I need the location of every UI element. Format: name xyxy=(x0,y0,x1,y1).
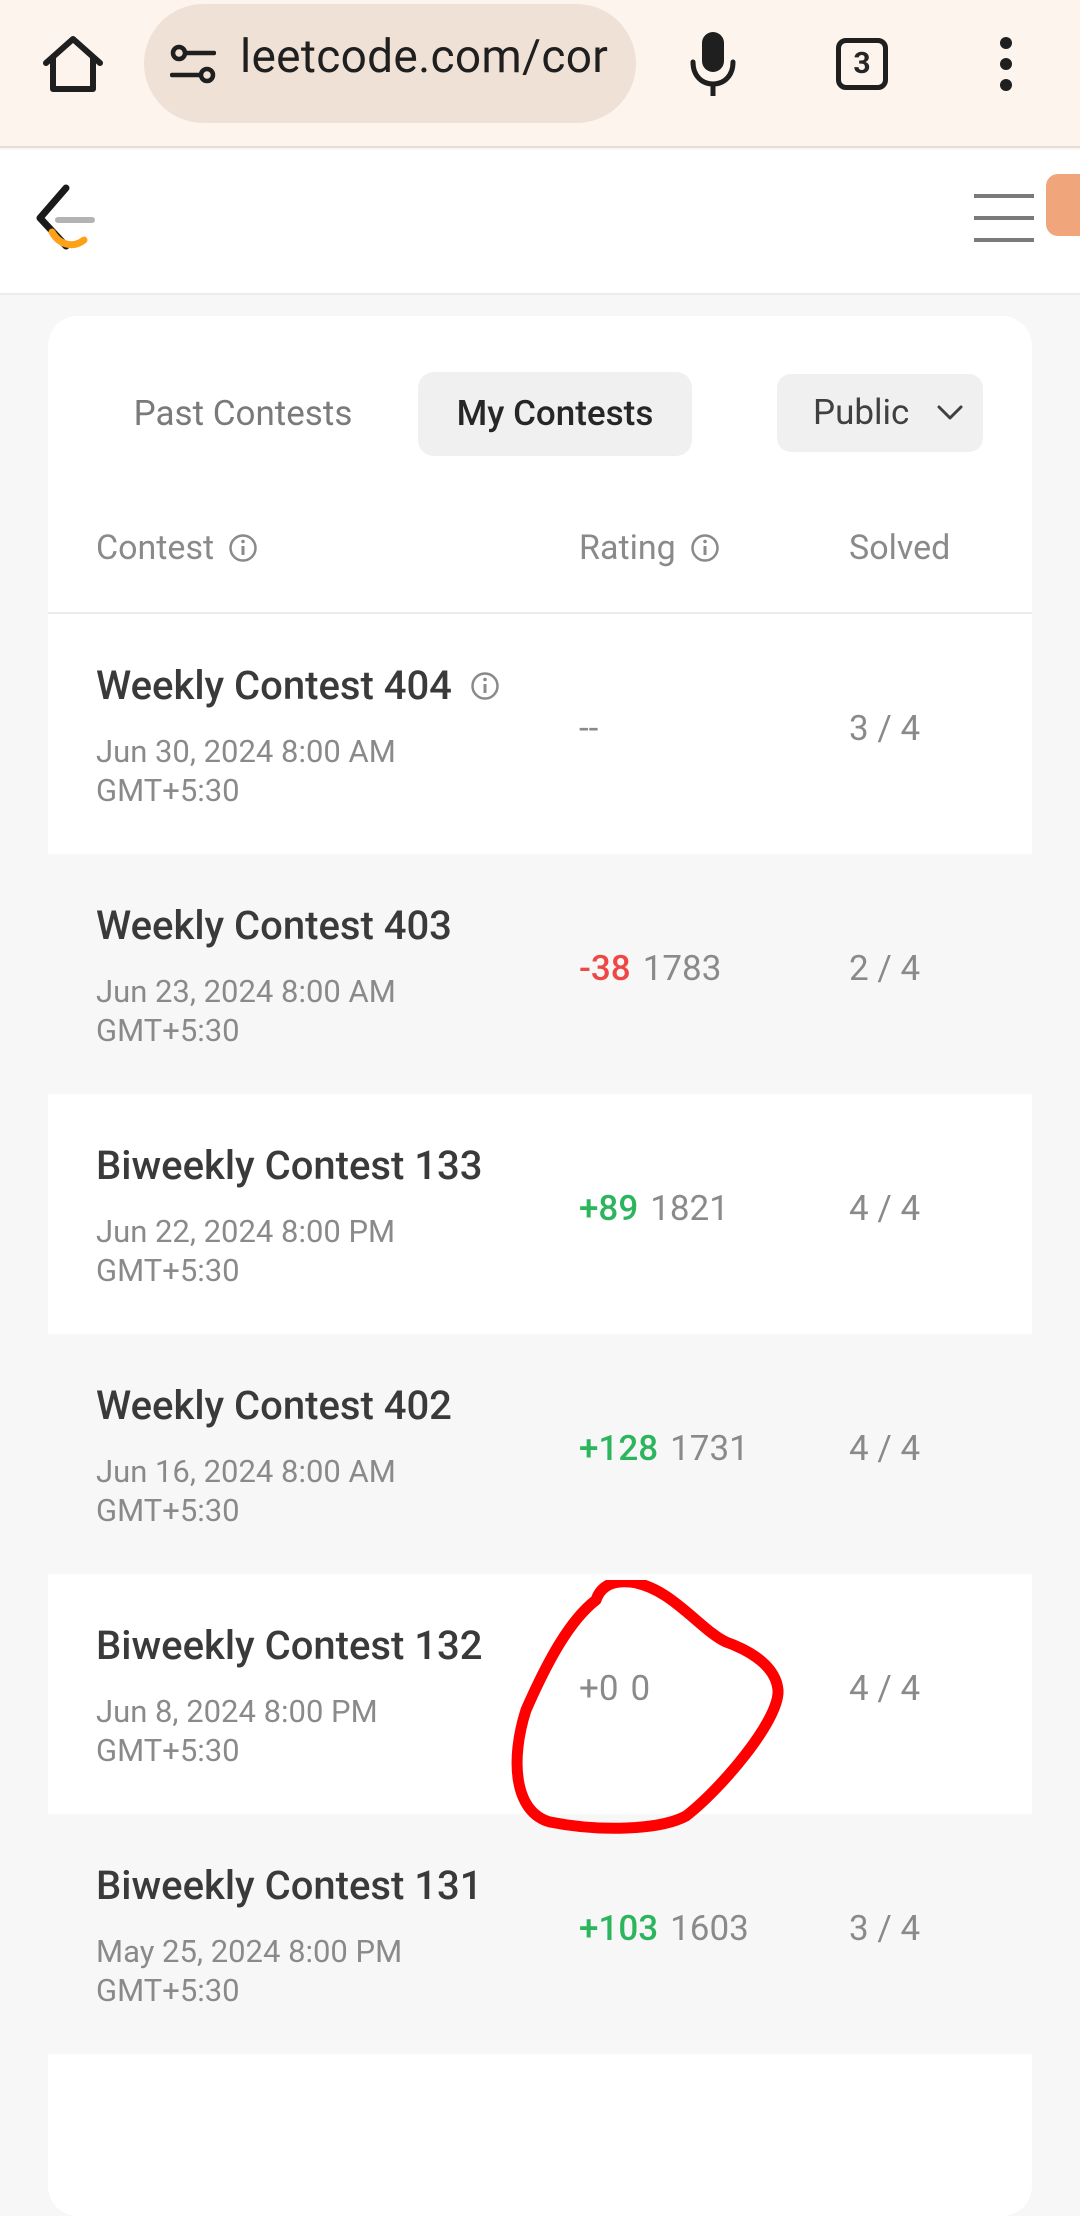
home-icon[interactable] xyxy=(40,33,106,95)
rating-cell: +128 1731 xyxy=(579,1428,749,1469)
site-settings-icon[interactable] xyxy=(170,44,216,84)
table-header: Contest Rating Solved xyxy=(48,494,1032,614)
contest-timezone: GMT+5:30 xyxy=(96,1252,240,1289)
rating-value: 0 xyxy=(630,1668,651,1709)
avatar[interactable] xyxy=(1046,174,1080,236)
contest-timezone: GMT+5:30 xyxy=(96,1012,240,1049)
contest-name[interactable]: Weekly Contest 402 xyxy=(96,1382,452,1429)
contest-timezone: GMT+5:30 xyxy=(96,1492,240,1529)
contest-date: Jun 16, 2024 8:00 AM GMT+5:30 xyxy=(96,1452,436,1530)
table-row[interactable]: Weekly Contest 404 Jun 30, 2024 8:00 AM … xyxy=(48,614,1032,854)
info-icon[interactable] xyxy=(690,533,720,563)
contest-header-label: Contest xyxy=(96,528,215,568)
contest-name[interactable]: Weekly Contest 403 xyxy=(96,902,452,949)
rating-cell: +89 1821 xyxy=(579,1188,729,1229)
contest-date-line: Jun 23, 2024 8:00 AM xyxy=(96,973,396,1010)
table-row[interactable]: Weekly Contest 402 Jun 16, 2024 8:00 AM … xyxy=(48,1334,1032,1574)
url-text: leetcode.com/cor xyxy=(240,30,609,84)
contest-name[interactable]: Biweekly Contest 133 xyxy=(96,1142,482,1189)
site-header xyxy=(0,150,1080,295)
contest-date: Jun 30, 2024 8:00 AM GMT+5:30 xyxy=(96,732,436,810)
contest-timezone: GMT+5:30 xyxy=(96,1972,240,2009)
contest-title: Weekly Contest 403 xyxy=(96,902,452,949)
tab-my-contests[interactable]: My Contests xyxy=(418,372,692,456)
solved-count: 2 / 4 xyxy=(849,948,921,989)
mic-icon[interactable] xyxy=(688,30,738,98)
contest-date-line: Jun 16, 2024 8:00 AM xyxy=(96,1453,396,1490)
contest-name[interactable]: Weekly Contest 404 xyxy=(96,662,500,709)
tab-switcher-icon[interactable]: 3 xyxy=(836,38,888,90)
contest-date-line: Jun 22, 2024 8:00 PM xyxy=(96,1213,396,1250)
contest-title: Weekly Contest 402 xyxy=(96,1382,452,1429)
contest-name[interactable]: Biweekly Contest 132 xyxy=(96,1622,482,1669)
visibility-dropdown[interactable]: Public xyxy=(777,374,983,452)
rating-column-header: Rating xyxy=(579,528,720,568)
table-row[interactable]: Biweekly Contest 132 Jun 8, 2024 8:00 PM… xyxy=(48,1574,1032,1814)
leetcode-logo[interactable] xyxy=(32,182,98,256)
rating-value: 1783 xyxy=(642,948,722,989)
table-row[interactable]: Weekly Contest 403 Jun 23, 2024 8:00 AM … xyxy=(48,854,1032,1094)
contest-title: Biweekly Contest 131 xyxy=(96,1862,483,1909)
contest-date-line: Jun 30, 2024 8:00 AM xyxy=(96,733,396,770)
contest-date-line: May 25, 2024 8:00 PM xyxy=(96,1933,403,1970)
solved-header-label: Solved xyxy=(849,528,951,568)
rating-delta: +89 xyxy=(579,1188,639,1229)
hamburger-icon[interactable] xyxy=(972,190,1036,246)
rating-header-label: Rating xyxy=(579,528,676,568)
contest-title: Biweekly Contest 132 xyxy=(96,1622,483,1669)
contest-date: Jun 22, 2024 8:00 PM GMT+5:30 xyxy=(96,1212,436,1290)
rating-cell: +103 1603 xyxy=(579,1908,749,1949)
rating-value: 1821 xyxy=(650,1188,729,1229)
chevron-down-icon xyxy=(937,405,963,420)
contest-history-card: Past Contests My Contests Public Contest… xyxy=(48,316,1032,2216)
contest-title: Biweekly Contest 133 xyxy=(96,1142,483,1189)
visibility-label: Public xyxy=(813,392,910,433)
rating-cell: +0 0 xyxy=(579,1668,650,1709)
contest-date: Jun 8, 2024 8:00 PM GMT+5:30 xyxy=(96,1692,436,1770)
info-icon[interactable] xyxy=(470,671,500,701)
browser-toolbar: leetcode.com/cor 3 xyxy=(0,0,1080,148)
contest-name[interactable]: Biweekly Contest 131 xyxy=(96,1862,482,1909)
rating-delta: -38 xyxy=(579,948,631,989)
contest-title: Weekly Contest 404 xyxy=(96,662,452,709)
table-row[interactable]: Biweekly Contest 131 May 25, 2024 8:00 P… xyxy=(48,1814,1032,2054)
contest-date: Jun 23, 2024 8:00 AM GMT+5:30 xyxy=(96,972,436,1050)
contest-timezone: GMT+5:30 xyxy=(96,772,240,809)
tab-past-contests[interactable]: Past Contests xyxy=(108,372,378,456)
more-vert-icon[interactable] xyxy=(996,36,1016,92)
contest-date: May 25, 2024 8:00 PM GMT+5:30 xyxy=(96,1932,436,2010)
solved-column-header: Solved xyxy=(849,528,950,568)
rating-delta: -- xyxy=(579,708,599,749)
rating-value: 1731 xyxy=(670,1428,749,1469)
contest-timezone: GMT+5:30 xyxy=(96,1732,240,1769)
rating-delta: +0 xyxy=(579,1668,619,1709)
contest-date-line: Jun 8, 2024 8:00 PM xyxy=(96,1693,378,1730)
address-bar[interactable]: leetcode.com/cor xyxy=(144,4,636,123)
solved-count: 4 / 4 xyxy=(849,1428,921,1469)
solved-count: 3 / 4 xyxy=(849,1908,921,1949)
solved-count: 4 / 4 xyxy=(849,1668,921,1709)
solved-count: 3 / 4 xyxy=(849,708,921,749)
rating-delta: +128 xyxy=(579,1428,659,1469)
table-row[interactable]: Biweekly Contest 133 Jun 22, 2024 8:00 P… xyxy=(48,1094,1032,1334)
info-icon[interactable] xyxy=(228,533,258,563)
rating-cell: -- xyxy=(579,708,610,749)
solved-count: 4 / 4 xyxy=(849,1188,921,1229)
rating-value: 1603 xyxy=(670,1908,749,1949)
rating-delta: +103 xyxy=(579,1908,659,1949)
rating-cell: -38 1783 xyxy=(579,948,721,989)
contest-column-header: Contest xyxy=(96,528,258,568)
